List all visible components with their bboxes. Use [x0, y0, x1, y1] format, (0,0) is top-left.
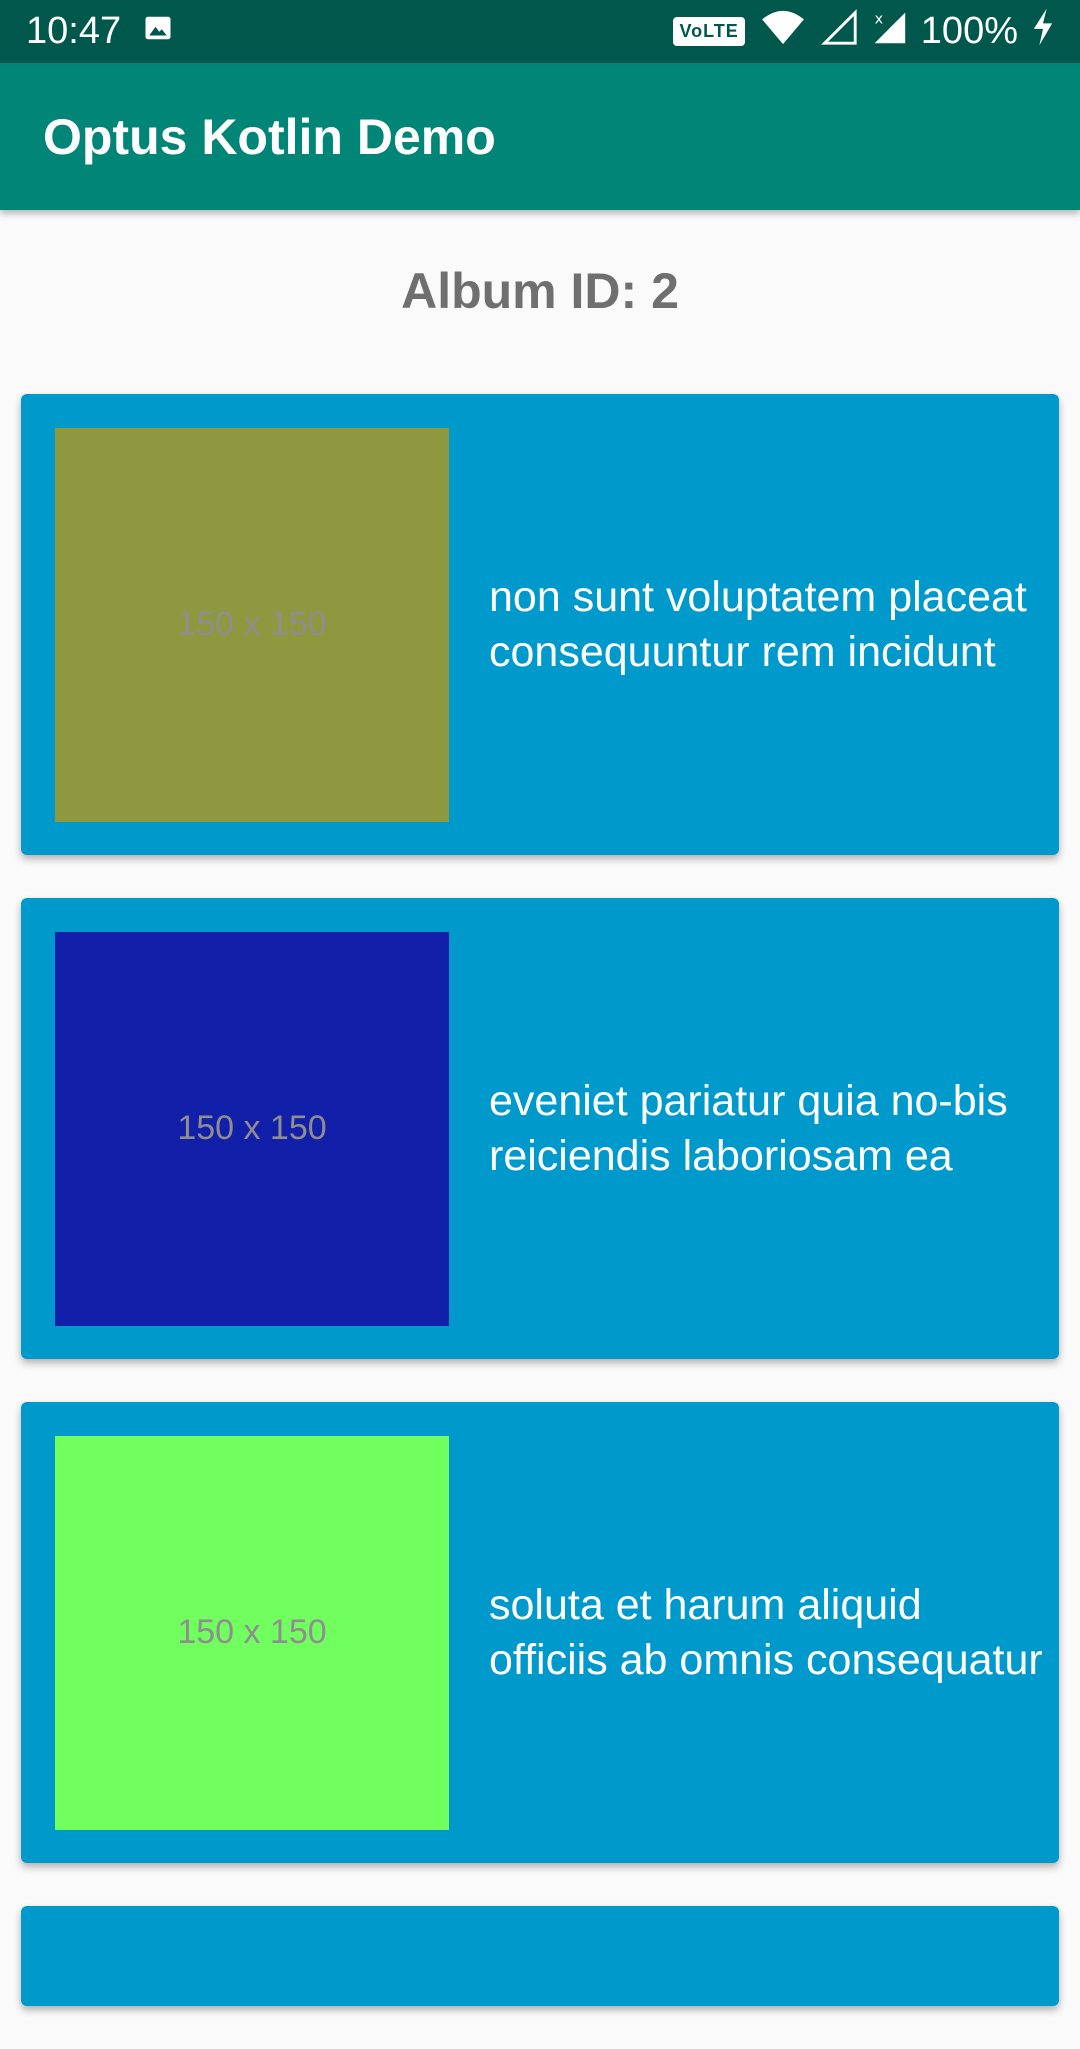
image-icon: [143, 10, 173, 53]
photo-thumbnail: 150 x 150: [55, 1435, 449, 1830]
app-bar: Optus Kotlin Demo: [0, 63, 1080, 210]
album-id-header: Album ID: 2: [401, 263, 679, 319]
photo-thumbnail: 150 x 150: [55, 427, 449, 822]
photo-card[interactable]: 150 x 150 eveniet pariatur quia no-bis r…: [21, 898, 1059, 1359]
photo-card-partial[interactable]: [21, 1906, 1059, 2006]
app-title: Optus Kotlin Demo: [43, 108, 496, 165]
signal-icon: [820, 8, 857, 56]
volte-badge: VoLTE: [673, 17, 745, 46]
photo-card[interactable]: 150 x 150 soluta et harum aliquid offici…: [21, 1402, 1059, 1863]
photo-thumbnail: 150 x 150: [55, 931, 449, 1326]
photo-title: eveniet pariatur quia no-bis reiciendis …: [489, 1076, 1008, 1180]
status-bar: 10:47 VoLTE x 100%: [0, 0, 1080, 63]
signal-no-data-icon: x: [871, 8, 907, 56]
photo-title: soluta et harum aliquid officiis ab omni…: [489, 1580, 1043, 1684]
photo-card[interactable]: 150 x 150 non sunt voluptatem placeat co…: [21, 394, 1059, 855]
thumbnail-label: 150 x 150: [177, 605, 327, 643]
battery-charging-icon: [1032, 8, 1054, 56]
svg-text:x: x: [874, 11, 883, 27]
photo-list[interactable]: 150 x 150 non sunt voluptatem placeat co…: [21, 394, 1059, 2049]
photo-title: non sunt voluptatem placeat consequuntur…: [489, 572, 1027, 676]
battery-label: 100%: [920, 10, 1018, 52]
thumbnail-label: 150 x 150: [177, 1613, 327, 1651]
thumbnail-label: 150 x 150: [177, 1109, 327, 1147]
status-time: 10:47: [26, 10, 122, 52]
wifi-icon: [759, 8, 807, 56]
